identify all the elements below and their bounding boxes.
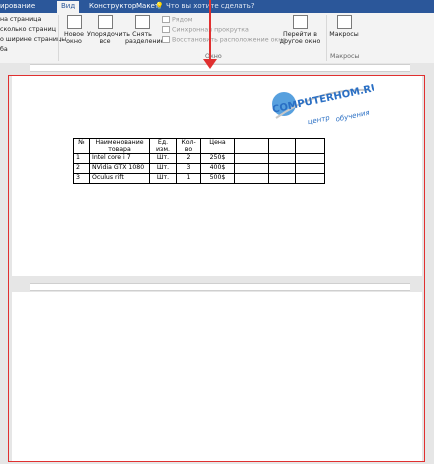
- new-window-button[interactable]: Новое окно: [62, 15, 86, 45]
- switch-window-label: Перейти в другое окно: [279, 31, 321, 45]
- macros-group-label: Макросы: [330, 53, 360, 60]
- horizontal-ruler[interactable]: [0, 63, 434, 72]
- ruler-track: [30, 64, 410, 72]
- page-width-button[interactable]: о ширине страницы: [0, 36, 66, 44]
- zoom-group-label: ба: [0, 46, 8, 53]
- tab-review[interactable]: ирование: [0, 2, 35, 11]
- reset-position-button[interactable]: Восстановить расположение окна: [162, 36, 286, 45]
- macros-icon: [336, 15, 352, 29]
- ribbon-panel: на страница сколько страниц о ширине стр…: [0, 13, 434, 64]
- annotation-arrow: [209, 0, 211, 60]
- ribbon-separator: [326, 15, 327, 61]
- tell-me-search[interactable]: 💡 Что вы хотите сделать?: [155, 2, 255, 11]
- highlight-box: [8, 75, 425, 462]
- tab-design[interactable]: Конструктор: [89, 2, 136, 11]
- macros-label: Макросы: [329, 31, 359, 38]
- split-label: Снять разделение: [125, 31, 165, 45]
- reset-position-icon: [162, 36, 170, 43]
- switch-window-icon: [292, 15, 308, 29]
- lightbulb-icon: 💡: [155, 2, 164, 10]
- switch-window-button[interactable]: Перейти в другое окно: [278, 15, 322, 45]
- new-window-label: Новое окно: [63, 31, 85, 45]
- arrange-all-button[interactable]: Упорядочить все: [87, 15, 130, 45]
- side-by-side-button[interactable]: Рядом: [162, 16, 193, 25]
- ribbon-tab-bar: ирование Вид Конструктор Макет 💡 Что вы …: [0, 0, 434, 13]
- reset-position-label: Восстановить расположение окна: [172, 36, 287, 44]
- split-icon: [134, 15, 150, 29]
- sync-scroll-icon: [162, 26, 170, 33]
- split-button[interactable]: Снять разделение: [125, 15, 165, 45]
- tab-view[interactable]: Вид: [57, 1, 80, 13]
- new-window-icon: [66, 15, 82, 29]
- side-by-side-label: Рядом: [172, 16, 193, 24]
- arrange-all-label: Упорядочить все: [87, 31, 130, 45]
- side-by-side-icon: [162, 16, 170, 23]
- arrange-all-icon: [97, 15, 113, 29]
- ribbon-separator: [58, 15, 59, 61]
- sync-scroll-button[interactable]: Синхронная прокрутка: [162, 26, 249, 35]
- multiple-pages-button[interactable]: сколько страниц: [0, 26, 56, 34]
- annotation-arrow-head: [203, 59, 217, 69]
- one-page-button[interactable]: на страница: [0, 16, 41, 24]
- macros-button[interactable]: Макросы: [329, 15, 359, 38]
